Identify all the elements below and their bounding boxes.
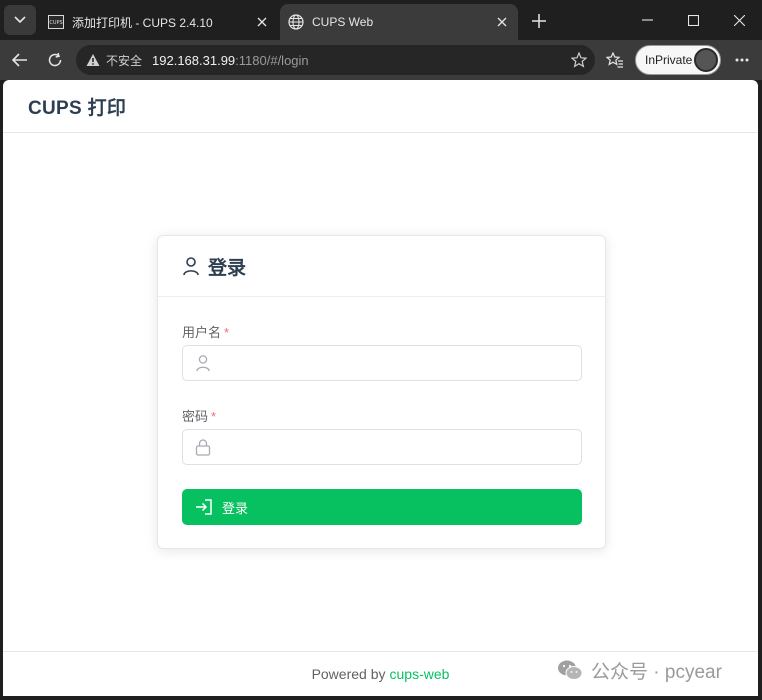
login-card-title: 登录	[208, 257, 247, 279]
url-path: :1180/#/login	[235, 52, 309, 68]
plus-icon	[532, 14, 546, 28]
username-label: 用户名 *	[182, 325, 230, 340]
app-title: CUPS 打印	[28, 97, 127, 119]
close-icon[interactable]	[494, 14, 510, 30]
tab-title: 添加打印机 - CUPS 2.4.10	[72, 15, 213, 30]
inprivate-button[interactable]: InPrivate	[635, 45, 721, 75]
maximize-button[interactable]	[670, 6, 716, 34]
app-header: CUPS 打印	[3, 80, 758, 133]
user-icon	[196, 355, 210, 372]
new-tab-button[interactable]	[526, 9, 552, 33]
tab-title: CUPS Web	[312, 15, 374, 29]
password-input-wrapper[interactable]	[182, 429, 582, 465]
user-icon	[183, 257, 199, 276]
required-mark: *	[224, 325, 230, 340]
login-button[interactable]: 登录	[182, 489, 582, 525]
arrow-left-icon	[12, 53, 27, 67]
profile-avatar	[694, 48, 718, 72]
watermark: 公众号 · pcyear	[557, 655, 722, 685]
favorites-list-icon	[606, 52, 623, 68]
login-button-label: 登录	[222, 500, 249, 516]
url-host: 192.168.31.99	[152, 52, 236, 68]
maximize-icon	[687, 14, 699, 26]
cups-favicon-icon: CUPS	[48, 14, 64, 30]
username-input-wrapper[interactable]	[182, 345, 582, 381]
password-label: 密码 *	[182, 409, 217, 424]
security-label[interactable]: 不安全	[106, 52, 142, 69]
close-window-button[interactable]	[716, 6, 762, 34]
chevron-down-icon	[14, 16, 26, 24]
page-viewport: CUPS 打印 登录 用户名 * 密码 * 登录 Powered by cups…	[3, 80, 758, 696]
close-icon	[733, 14, 745, 26]
refresh-icon	[48, 52, 62, 67]
browser-tab-strip: CUPS 添加打印机 - CUPS 2.4.10 CUPS Web	[0, 0, 762, 40]
minimize-icon	[641, 19, 653, 21]
required-mark: *	[211, 409, 217, 424]
svg-text:CUPS: CUPS	[49, 20, 62, 26]
lock-icon	[195, 439, 211, 456]
footer-text: Powered by	[311, 666, 386, 682]
tab-actions-button[interactable]	[4, 5, 36, 35]
refresh-button[interactable]	[41, 46, 69, 74]
favorites-button[interactable]	[601, 46, 629, 74]
wechat-icon	[558, 660, 583, 680]
inprivate-label: InPrivate	[645, 53, 693, 67]
close-icon[interactable]	[254, 14, 270, 30]
more-dots-icon	[735, 58, 749, 62]
login-card: 登录 用户名 * 密码 * 登录	[157, 235, 606, 549]
browser-tab-add-printer[interactable]: CUPS 添加打印机 - CUPS 2.4.10	[40, 4, 278, 40]
login-icon	[196, 499, 212, 515]
footer-link-cups-web[interactable]: cups-web	[390, 666, 450, 682]
address-bar[interactable]: 不安全 192.168.31.99:1180/#/login	[76, 45, 595, 75]
username-input[interactable]	[221, 348, 571, 378]
browser-tab-cups-web[interactable]: CUPS Web	[280, 4, 518, 40]
back-button[interactable]	[6, 46, 34, 74]
warning-icon	[86, 54, 100, 66]
globe-icon	[288, 14, 304, 30]
minimize-button[interactable]	[624, 6, 670, 34]
add-favorite-star-icon[interactable]	[570, 51, 588, 73]
login-card-header: 登录	[158, 236, 605, 297]
password-input[interactable]	[221, 432, 571, 462]
more-button[interactable]	[728, 46, 756, 74]
watermark-text: 公众号 · pcyear	[591, 661, 722, 683]
